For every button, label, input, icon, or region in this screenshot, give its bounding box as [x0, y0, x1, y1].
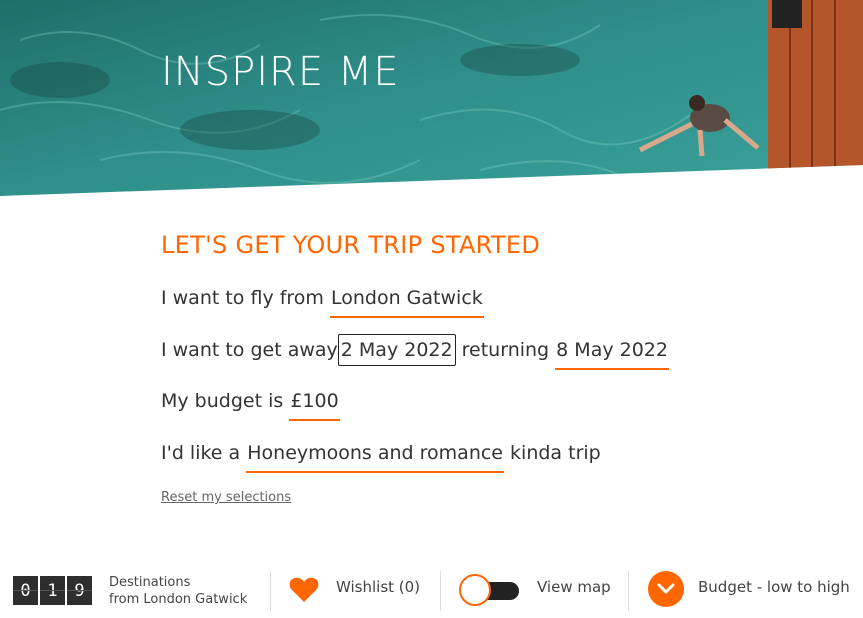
- wishlist-button[interactable]: Wishlist (0): [336, 578, 420, 596]
- form-heading: LET'S GET YOUR TRIP STARTED: [161, 231, 541, 259]
- departure-airport-select[interactable]: London Gatwick: [330, 283, 484, 318]
- hero-photo: [0, 0, 863, 196]
- counter-digit: 9: [67, 576, 92, 605]
- counter-digit: 0: [13, 576, 38, 605]
- divider: [628, 571, 629, 611]
- trip-type-suffix: kinda trip: [510, 442, 601, 464]
- destination-counter: 0 1 9: [13, 576, 92, 605]
- reset-selections-link[interactable]: Reset my selections: [161, 490, 291, 505]
- trip-type-row: I'd like a Honeymoons and romance kinda …: [161, 438, 601, 473]
- return-date-select[interactable]: 8 May 2022: [555, 335, 669, 370]
- budget-select[interactable]: £100: [289, 386, 340, 421]
- hero-banner: INSPIRE ME: [0, 0, 863, 210]
- divider: [440, 571, 441, 611]
- destinations-label: Destinations: [109, 575, 191, 590]
- heart-icon[interactable]: [289, 576, 319, 603]
- divider: [270, 571, 271, 611]
- counter-digit: 1: [40, 576, 65, 605]
- view-map-label[interactable]: View map: [537, 578, 611, 596]
- budget-row: My budget is £100: [161, 386, 340, 421]
- trip-type-prefix: I'd like a: [161, 442, 241, 464]
- dates-row: I want to get away 2 May 2022 returning 8…: [161, 334, 669, 370]
- view-map-toggle[interactable]: [459, 574, 519, 606]
- budget-label: My budget is: [161, 390, 284, 412]
- toggle-knob: [459, 574, 491, 606]
- fly-from-row: I want to fly from London Gatwick: [161, 283, 484, 318]
- page-title: INSPIRE ME: [161, 49, 400, 95]
- destinations-origin: from London Gatwick: [109, 592, 248, 607]
- depart-date-select[interactable]: 2 May 2022: [337, 334, 456, 366]
- get-away-label: I want to get away: [161, 339, 338, 361]
- results-toolbar: 0 1 9 Destinations from London Gatwick W…: [0, 560, 863, 618]
- trip-type-select[interactable]: Honeymoons and romance: [246, 438, 504, 473]
- sort-label[interactable]: Budget - low to high: [698, 578, 850, 596]
- returning-label: returning: [461, 339, 550, 361]
- fly-from-label: I want to fly from: [161, 287, 324, 309]
- chevron-down-icon: [657, 583, 675, 594]
- sort-dropdown-button[interactable]: [648, 571, 684, 607]
- destinations-caption: Destinations from London Gatwick: [109, 574, 247, 608]
